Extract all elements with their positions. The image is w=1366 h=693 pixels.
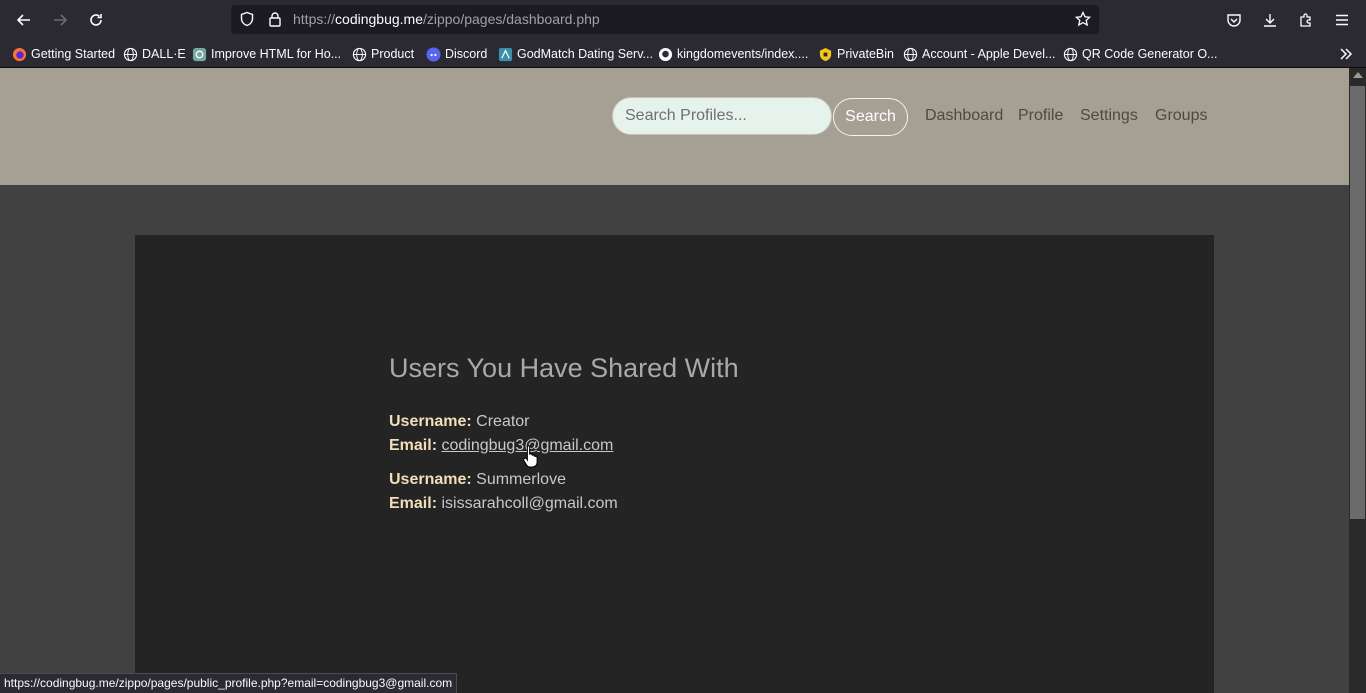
bookmark-apple-developer[interactable]: Account - Apple Devel... [903, 45, 1055, 63]
lock-icon[interactable] [267, 11, 283, 27]
bookmark-product[interactable]: Product [352, 45, 414, 63]
search-profiles-input[interactable] [612, 97, 832, 135]
globe-icon [1063, 47, 1078, 61]
status-bar: https://codingbug.me/zippo/pages/public_… [0, 673, 458, 693]
nav-dashboard[interactable]: Dashboard [925, 107, 1003, 125]
vertical-scrollbar[interactable] [1349, 68, 1366, 693]
forward-button[interactable] [46, 6, 74, 34]
bookmark-dalle[interactable]: DALL·E [123, 45, 186, 63]
arrow-left-icon [16, 14, 30, 26]
globe-icon [903, 47, 918, 61]
email-label: Email: [389, 437, 438, 454]
globe-icon [123, 47, 138, 61]
downloads-button[interactable] [1256, 6, 1284, 34]
firefox-icon [12, 47, 27, 61]
pocket-button[interactable] [1220, 6, 1248, 34]
email-label: Email: [389, 495, 438, 512]
chevron-double-right-icon[interactable] [1338, 46, 1354, 62]
download-icon [1264, 14, 1276, 27]
reload-button[interactable] [82, 6, 110, 34]
email-value: isissarahcoll@gmail.com [441, 495, 618, 512]
url-text[interactable]: https://codingbug.me/zippo/pages/dashboa… [293, 11, 600, 27]
nav-profile[interactable]: Profile [1018, 107, 1063, 125]
bookmarks-toolbar: Getting Started DALL·E Improve HTML for … [0, 40, 1366, 68]
openai-icon [192, 47, 207, 61]
reload-icon [90, 14, 102, 26]
bookmark-getting-started[interactable]: Getting Started [12, 45, 115, 63]
site-header: Search Dashboard Profile Settings Groups [0, 68, 1349, 185]
privatebin-icon [819, 47, 832, 61]
user-username-row: Username: Creator [389, 413, 530, 431]
puzzle-icon [1300, 13, 1311, 27]
hamburger-menu-icon [1336, 14, 1348, 26]
user-email-row: Email: isissarahcoll@gmail.com [389, 495, 618, 513]
page-title: Users You Have Shared With [389, 353, 739, 383]
extensions-button[interactable] [1292, 6, 1320, 34]
nav-groups[interactable]: Groups [1155, 107, 1207, 125]
bookmark-godmatch[interactable]: GodMatch Dating Serv... [498, 45, 653, 63]
pocket-icon [1227, 14, 1241, 27]
scrollbar-thumb[interactable] [1350, 86, 1365, 519]
shared-users-card: Users You Have Shared With Username: Cre… [135, 235, 1214, 693]
globe-icon [352, 47, 367, 61]
site-icon [498, 47, 513, 61]
search-button[interactable]: Search [833, 98, 908, 136]
browser-toolbar: https://codingbug.me/zippo/pages/dashboa… [0, 0, 1366, 40]
bookmark-discord[interactable]: Discord [426, 45, 487, 63]
nav-settings[interactable]: Settings [1080, 107, 1138, 125]
star-icon[interactable] [1075, 11, 1091, 27]
scroll-up-arrow-icon[interactable] [1353, 72, 1363, 78]
bookmark-kingdomevents[interactable]: kingdomevents/index.... [658, 45, 808, 63]
bookmark-privatebin[interactable]: PrivateBin [818, 45, 894, 63]
username-value: Creator [476, 413, 530, 430]
bookmark-improve-html[interactable]: Improve HTML for Ho... [192, 45, 341, 63]
user-username-row: Username: Summerlove [389, 471, 566, 489]
arrow-right-icon [54, 14, 68, 26]
user-email-row: Email: codingbug3@gmail.com [389, 437, 613, 455]
url-bar[interactable]: https://codingbug.me/zippo/pages/dashboa… [231, 5, 1099, 34]
github-icon [658, 47, 673, 61]
page-viewport: Search Dashboard Profile Settings Groups… [0, 68, 1349, 693]
shield-icon[interactable] [239, 11, 255, 27]
username-label: Username: [389, 471, 472, 488]
username-value: Summerlove [476, 471, 566, 488]
hand-pointer-cursor-icon [523, 445, 538, 468]
bookmark-qr-code[interactable]: QR Code Generator O... [1063, 45, 1217, 63]
back-button[interactable] [10, 6, 38, 34]
menu-button[interactable] [1328, 6, 1356, 34]
username-label: Username: [389, 413, 472, 430]
discord-icon [426, 46, 441, 62]
